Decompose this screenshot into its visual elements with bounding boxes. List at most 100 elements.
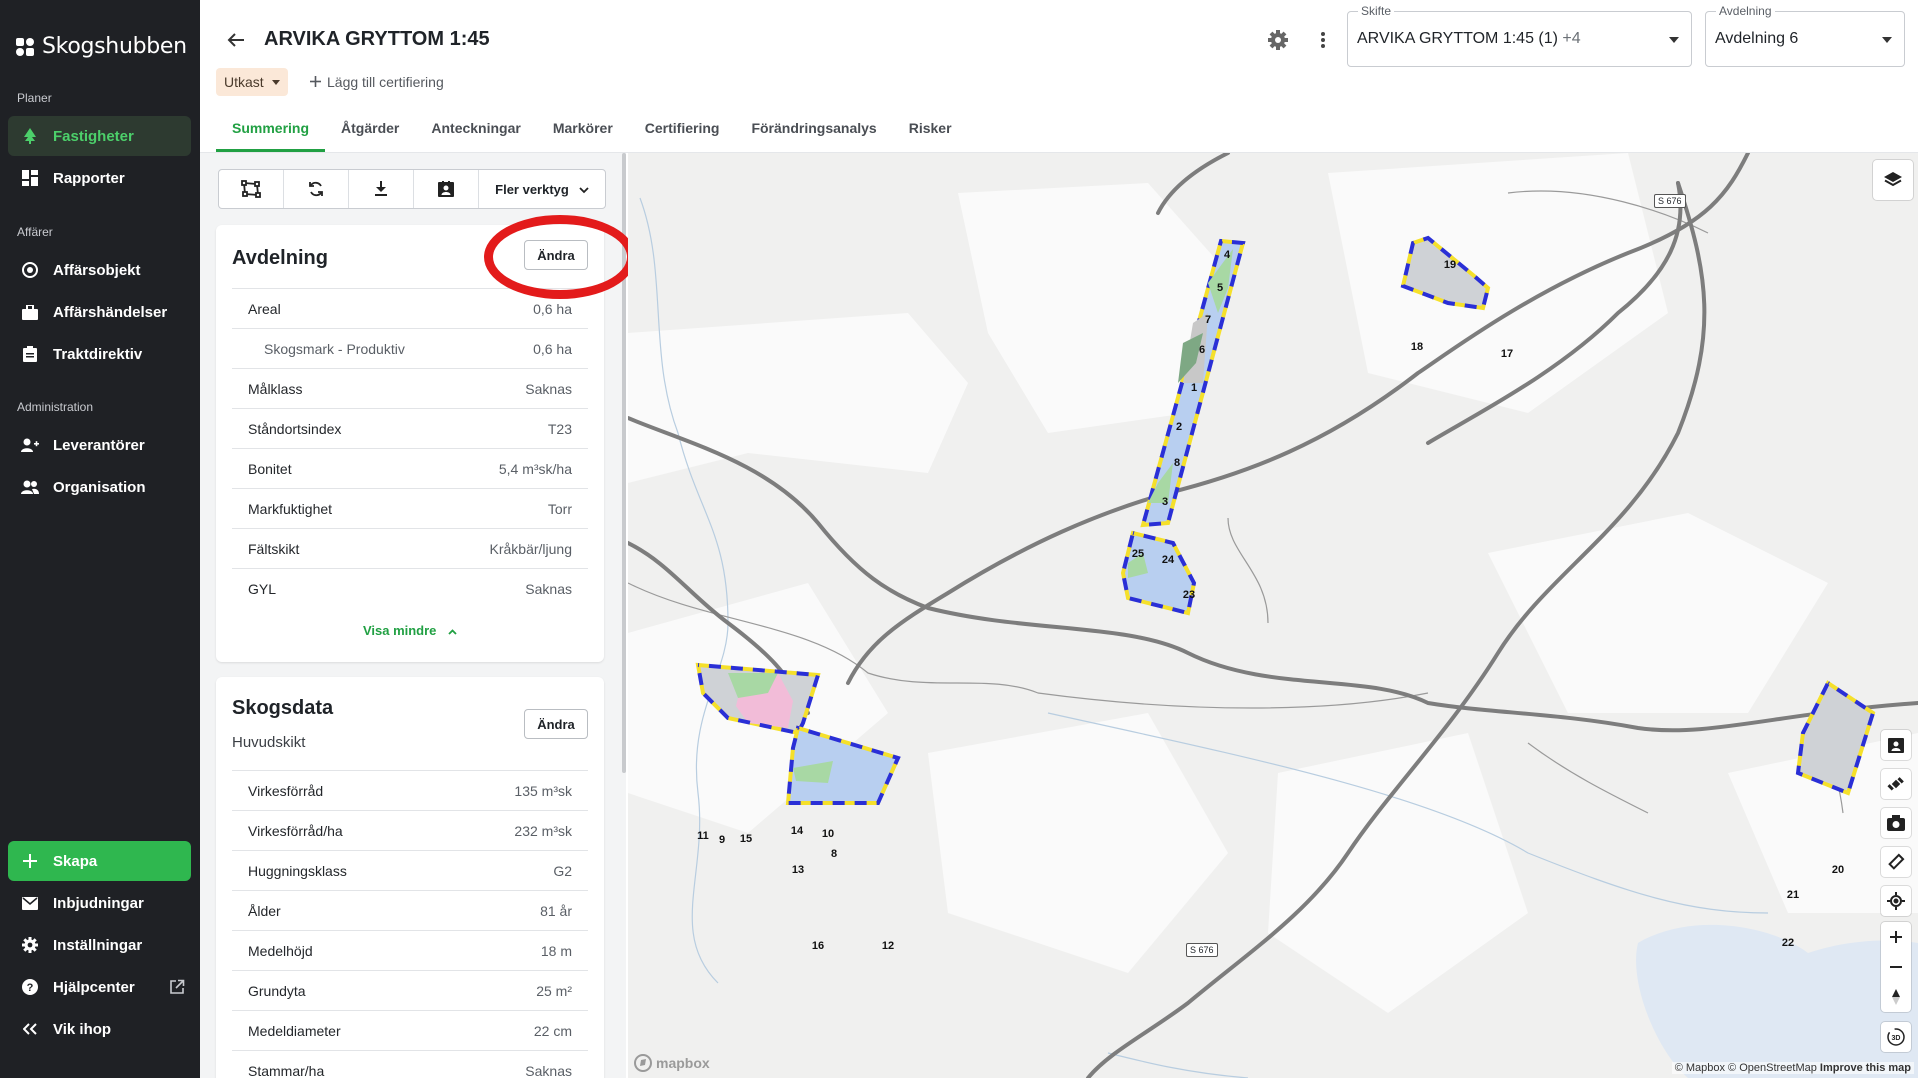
skogsdata-edit-button[interactable]: Ändra [524, 709, 588, 739]
table-row: Virkesförråd 135 m³sk [232, 770, 588, 810]
row-value: Saknas [525, 1062, 572, 1078]
tab-anteckningar[interactable]: Anteckningar [415, 108, 536, 152]
sidebar-item-fastigheter[interactable]: Fastigheter [8, 116, 191, 156]
create-label: Skapa [53, 852, 98, 870]
stand-label: 10 [822, 828, 834, 840]
more-tools-label: Fler verktyg [495, 181, 569, 197]
section-label-administration: Administration [17, 400, 94, 414]
locate-icon [1887, 892, 1905, 910]
zoom-out-button[interactable] [1881, 952, 1911, 982]
tab-bar: Summering Åtgärder Anteckningar Markörer… [216, 108, 968, 152]
stand-label: 2 [1176, 421, 1182, 433]
tab-certifiering[interactable]: Certifiering [629, 108, 736, 152]
tab-atgarder[interactable]: Åtgärder [325, 108, 415, 152]
svg-text:3D: 3D [1892, 1035, 1901, 1042]
sidebar-item-organisation[interactable]: Organisation [8, 467, 191, 507]
camera-icon [1887, 815, 1905, 831]
more-options-icon[interactable] [1316, 28, 1330, 52]
map-attribution[interactable]: © Mapbox © OpenStreetMap Improve this ma… [1671, 1062, 1914, 1074]
skifte-extra-count: +4 [1562, 30, 1581, 47]
download-tool[interactable] [349, 170, 414, 208]
sidebar-item-label: Fastigheter [53, 127, 134, 145]
compass-button[interactable] [1881, 982, 1911, 1012]
locate-button[interactable] [1881, 886, 1911, 916]
download-icon [375, 181, 387, 196]
contact-tool[interactable] [414, 170, 479, 208]
back-arrow-icon[interactable] [224, 28, 248, 52]
chevron-down-icon [579, 182, 589, 197]
polygon-edit-tool[interactable] [219, 170, 284, 208]
mapbox-logo[interactable]: mapbox [634, 1054, 710, 1072]
3d-rotate-icon: 3D [1887, 1028, 1905, 1046]
row-key: Bonitet [248, 460, 292, 477]
stand-label: 15 [740, 833, 752, 845]
settings-gear-icon[interactable] [1266, 28, 1290, 52]
zoom-in-button[interactable] [1881, 922, 1911, 952]
row-key: Huggningsklass [248, 862, 347, 879]
table-row: Medeldiameter 22 cm [232, 1010, 588, 1050]
show-less-link[interactable]: Visa mindre [216, 623, 604, 638]
table-row: Målklass Saknas [232, 368, 588, 408]
sync-tool[interactable] [284, 170, 349, 208]
3d-toggle-button[interactable]: 3D [1881, 1022, 1911, 1052]
tab-markorer[interactable]: Markörer [537, 108, 629, 152]
layers-button[interactable] [1873, 160, 1913, 200]
row-key: Skogsmark - Produktiv [264, 340, 405, 357]
more-tools-dropdown[interactable]: Fler verktyg [479, 170, 605, 208]
ruler-button[interactable] [1881, 847, 1911, 877]
sidebar-item-inbjudningar[interactable]: Inbjudningar [8, 883, 191, 923]
tree-icon [21, 127, 39, 145]
briefcase-icon [21, 303, 39, 321]
tab-forandringsanalys[interactable]: Förändringsanalys [735, 108, 892, 152]
sidebar-item-traktdirektiv[interactable]: Traktdirektiv [8, 334, 191, 374]
contact-card-map-button[interactable] [1881, 730, 1911, 760]
stand-label: 11 [697, 830, 709, 842]
sidebar-item-label: Hjälpcenter [53, 978, 135, 996]
sidebar-item-affarshandelser[interactable]: Affärshändelser [8, 292, 191, 332]
chevron-down-icon [271, 79, 280, 85]
create-button[interactable]: Skapa [8, 841, 191, 881]
improve-map-link[interactable]: Improve this map [1820, 1062, 1911, 1074]
measure-area-button[interactable] [1881, 769, 1911, 799]
page-title: ARVIKA GRYTTOM 1:45 [264, 28, 490, 50]
row-key: Stammar/ha [248, 1062, 325, 1078]
row-value: T23 [547, 420, 572, 437]
contact-card-icon [1888, 738, 1904, 753]
sidebar-item-rapporter[interactable]: Rapporter [8, 158, 191, 198]
sidebar-item-leverantorer[interactable]: Leverantörer [8, 425, 191, 465]
sidebar-item-installningar[interactable]: Inställningar [8, 925, 191, 965]
row-value: 81 år [540, 902, 572, 919]
add-certification-button[interactable]: Lägg till certifiering [310, 74, 444, 90]
skogsdata-card: Skogsdata Huvudskikt Ändra Virkesförråd 1… [216, 677, 604, 1078]
row-key: Virkesförråd/ha [248, 822, 343, 839]
map-canvas[interactable]: 4 5 7 6 1 2 8 3 25 24 23 19 18 17 11 9 1… [628, 153, 1918, 1078]
tab-risker[interactable]: Risker [893, 108, 968, 152]
tab-summering[interactable]: Summering [216, 108, 326, 152]
sidebar-item-label: Leverantörer [53, 436, 145, 454]
skifte-select[interactable]: Skifte ARVIKA GRYTTOM 1:45 (1) +4 [1347, 4, 1692, 67]
avdelning-select[interactable]: Avdelning Avdelning 6 [1705, 4, 1905, 67]
sidebar-item-affarsobjekt[interactable]: Affärsobjekt [8, 250, 191, 290]
logo-icon [16, 37, 34, 56]
sidebar-item-collapse[interactable]: Vik ihop [8, 1009, 191, 1049]
row-key: Medelhöjd [248, 942, 313, 959]
sidebar: Skogshubben Planer Fastigheter Rapporter… [0, 0, 200, 1078]
brand-logo[interactable]: Skogshubben [16, 34, 187, 59]
plus-icon [310, 74, 321, 90]
table-row: Ståndortsindex T23 [232, 408, 588, 448]
avdelning-card-title: Avdelning [232, 247, 328, 269]
sync-icon [309, 181, 323, 197]
contact-card-icon [438, 181, 454, 197]
road-label: S 676 [1186, 943, 1218, 957]
table-row: Stammar/ha Saknas [232, 1050, 588, 1078]
skogsdata-rows: Virkesförråd 135 m³sk Virkesförråd/ha 232 … [232, 770, 588, 1078]
status-dropdown[interactable]: Utkast [216, 68, 288, 96]
stand-label: 19 [1444, 259, 1456, 271]
map-graphics: 4 5 7 6 1 2 8 3 25 24 23 19 18 17 11 9 1… [628, 153, 1918, 1078]
screenshot-button[interactable] [1881, 808, 1911, 838]
table-row: Fältskikt Kråkbär/ljung [232, 528, 588, 568]
sidebar-item-hjalpcenter[interactable]: ? Hjälpcenter [8, 967, 191, 1007]
stand-label: 5 [1217, 282, 1223, 294]
sidebar-item-label: Traktdirektiv [53, 345, 143, 363]
row-value: 0,6 ha [533, 300, 572, 317]
